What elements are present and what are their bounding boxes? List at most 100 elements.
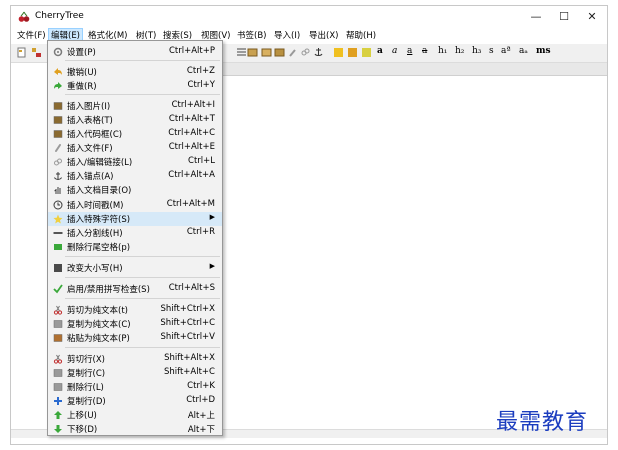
- menu-separator: [65, 94, 220, 95]
- menu-item-shortcut: Ctrl+L: [188, 156, 215, 166]
- menu-item[interactable]: 插入时间戳(M) Ctrl+Alt+M: [48, 198, 222, 212]
- menu-item[interactable]: 插入文件(F) Ctrl+Alt+E: [48, 141, 222, 155]
- duplicate-plus-icon: [54, 397, 62, 405]
- menu-item[interactable]: 插入特殊字符(S) ▶: [48, 212, 222, 226]
- menu-separator: [65, 277, 220, 278]
- menu-item[interactable]: 剪切为纯文本(t) Shift+Ctrl+X: [48, 303, 222, 317]
- subscript-button[interactable]: aₐ: [519, 46, 528, 56]
- menu-item[interactable]: 复制行(C) Shift+Alt+C: [48, 366, 222, 380]
- arrow-up-icon: [54, 411, 62, 419]
- menu-item-label: 插入特殊字符(S): [67, 215, 131, 225]
- case-icon: [54, 264, 62, 272]
- maximize-button[interactable]: ☐: [549, 8, 579, 26]
- menu-item[interactable]: 启用/禁用拼写检查(S) Ctrl+Alt+S: [48, 282, 222, 296]
- insert-file-icon[interactable]: [287, 47, 298, 58]
- close-button[interactable]: ✕: [577, 8, 607, 26]
- delete-row-icon: [53, 383, 63, 391]
- font-color-icon[interactable]: [347, 47, 358, 58]
- menu-item[interactable]: 复制行(D) Ctrl+D: [48, 394, 222, 408]
- menu-item-shortcut: Ctrl+Alt+S: [168, 283, 215, 293]
- menu-item-label: 插入代码框(C): [67, 130, 123, 140]
- link-icon: [54, 158, 62, 166]
- copy-row-icon: [53, 369, 63, 377]
- align-icon[interactable]: [236, 47, 247, 58]
- menu-item[interactable]: 插入/编辑链接(L) Ctrl+L: [48, 155, 222, 169]
- menu-item[interactable]: 插入分割线(H) Ctrl+R: [48, 226, 222, 240]
- bg-color-icon[interactable]: [361, 47, 372, 58]
- menu-separator: [65, 298, 220, 299]
- new-subnode-icon[interactable]: [31, 47, 42, 58]
- menu-item[interactable]: 重做(R) Ctrl+Y: [48, 79, 222, 93]
- menu-item[interactable]: 改变大小写(H) ▶: [48, 261, 222, 275]
- menu-item-shortcut: Shift+Ctrl+C: [160, 318, 215, 328]
- menu-item[interactable]: 下移(D) Alt+下: [48, 422, 222, 436]
- menu-item-label: 改变大小写(H): [67, 264, 123, 274]
- menu-item[interactable]: 插入图片(I) Ctrl+Alt+I: [48, 99, 222, 113]
- menu-item-shortcut: Ctrl+R: [186, 227, 215, 237]
- menu-item[interactable]: 设置(P) Ctrl+Alt+P: [48, 45, 222, 59]
- italic-button[interactable]: a: [392, 46, 397, 56]
- menu-item[interactable]: 剪切行(X) Shift+Alt+X: [48, 352, 222, 366]
- minimize-button[interactable]: —: [521, 8, 551, 26]
- insert-image-icon[interactable]: [247, 47, 258, 58]
- h2-button[interactable]: h₂: [455, 46, 464, 56]
- menu-item[interactable]: 上移(U) Alt+上: [48, 408, 222, 422]
- h3-button[interactable]: h₃: [472, 46, 481, 56]
- menu-item-label: 上移(U): [67, 411, 97, 421]
- menu-item[interactable]: 删除行尾空格(p): [48, 240, 222, 254]
- menu-item-shortcut: Shift+Ctrl+V: [160, 332, 215, 342]
- menu-item[interactable]: 插入文档目录(O): [48, 183, 222, 197]
- insert-table-icon[interactable]: [261, 47, 272, 58]
- tree-pane[interactable]: [11, 63, 50, 438]
- menu-help[interactable]: 帮助(H): [344, 29, 378, 43]
- menu-item-label: 复制为纯文本(C): [67, 320, 131, 330]
- menu-item[interactable]: 粘贴为纯文本(P) Shift+Ctrl+V: [48, 331, 222, 345]
- menu-item[interactable]: 删除行(L) Ctrl+K: [48, 380, 222, 394]
- menu-item-label: 撤销(U): [67, 68, 97, 78]
- menu-item-label: 复制行(D): [67, 397, 106, 407]
- menu-item-shortcut: Ctrl+Alt+A: [168, 170, 215, 180]
- insert-link-icon[interactable]: [300, 47, 311, 58]
- menu-item[interactable]: 插入锚点(A) Ctrl+Alt+A: [48, 169, 222, 183]
- menu-separator: [65, 60, 220, 61]
- menu-item-shortcut: Shift+Alt+X: [164, 353, 215, 363]
- h1-button[interactable]: h₁: [438, 46, 447, 56]
- insert-anchor-icon[interactable]: [313, 47, 324, 58]
- menu-bookmarks[interactable]: 书签(B): [235, 29, 268, 43]
- menu-item-label: 粘贴为纯文本(P): [67, 334, 130, 344]
- superscript-button[interactable]: aª: [501, 46, 511, 56]
- bold-button[interactable]: a: [377, 46, 383, 56]
- menu-item[interactable]: 撤销(U) Ctrl+Z: [48, 65, 222, 79]
- underline-button[interactable]: a: [407, 46, 412, 56]
- menu-item-label: 插入/编辑链接(L): [67, 158, 133, 168]
- menu-file[interactable]: 文件(F): [15, 29, 48, 43]
- arrow-down-icon: [54, 425, 62, 433]
- menu-item-shortcut: Ctrl+K: [187, 381, 215, 391]
- menu-item-shortcut: Ctrl+Alt+I: [171, 100, 215, 110]
- menu-item-label: 剪切为纯文本(t): [67, 306, 128, 316]
- spellcheck-icon: [53, 284, 63, 294]
- menu-item-label: 插入时间戳(M): [67, 201, 124, 211]
- menu-item[interactable]: 插入代码框(C) Ctrl+Alt+C: [48, 127, 222, 141]
- paste-icon: [53, 334, 63, 342]
- cut-row-icon: [53, 354, 63, 364]
- insert-codebox-icon[interactable]: [274, 47, 285, 58]
- menu-export[interactable]: 导出(X): [307, 29, 340, 43]
- small-button[interactable]: s: [489, 46, 494, 56]
- menu-item[interactable]: 插入表格(T) Ctrl+Alt+T: [48, 113, 222, 127]
- menu-item[interactable]: 复制为纯文本(C) Shift+Ctrl+C: [48, 317, 222, 331]
- paperclip-icon: [55, 144, 61, 152]
- menu-item-label: 删除行(L): [67, 383, 104, 393]
- clock-icon: [53, 200, 63, 210]
- menu-item-shortcut: Ctrl+Y: [187, 80, 215, 90]
- image-icon: [53, 102, 63, 110]
- highlight-icon[interactable]: [333, 47, 344, 58]
- menu-item-shortcut: Alt+下: [187, 425, 215, 435]
- toc-hand-icon: [54, 187, 61, 194]
- window-title: CherryTree: [35, 11, 84, 21]
- menu-item-label: 重做(R): [67, 82, 97, 92]
- new-node-icon[interactable]: [16, 47, 27, 58]
- menu-import[interactable]: 导入(I): [272, 29, 302, 43]
- strikethrough-button[interactable]: a: [422, 46, 427, 56]
- monospace-button[interactable]: ms: [536, 46, 551, 56]
